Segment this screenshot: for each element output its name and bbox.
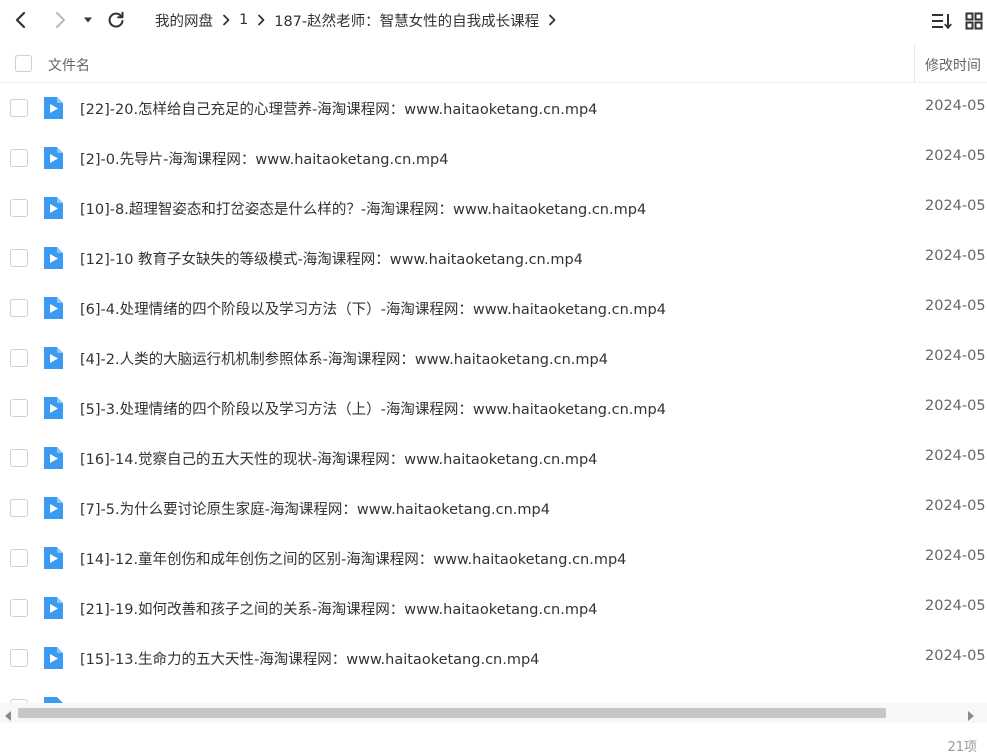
row-checkbox[interactable] xyxy=(10,249,28,267)
toolbar: 我的网盘 1 187-赵然老师：智慧女性的自我成长课程 xyxy=(0,0,987,40)
select-all-checkbox[interactable] xyxy=(15,55,32,72)
video-file-icon xyxy=(44,697,63,703)
breadcrumb-item-current[interactable]: 187-赵然老师：智慧女性的自我成长课程 xyxy=(274,10,539,31)
breadcrumb-dropdown-icon[interactable] xyxy=(548,14,556,26)
back-button[interactable] xyxy=(9,8,33,32)
file-modified-time: 2024-05 xyxy=(925,398,986,414)
file-name: [14]-12.童年创伤和成年创伤之间的区别-海淘课程网：www.haitaok… xyxy=(80,552,627,568)
row-checkbox[interactable] xyxy=(10,99,28,117)
row-checkbox[interactable] xyxy=(10,199,28,217)
file-modified-time: 2024-05 xyxy=(925,448,986,464)
video-file-icon xyxy=(44,247,63,269)
horizontal-scrollbar[interactable] xyxy=(0,703,987,723)
breadcrumb-item-root[interactable]: 我的网盘 xyxy=(155,10,213,31)
file-row[interactable]: [4]-2.人类的大脑运行机机制参照体系-海淘课程网：www.haitaoket… xyxy=(0,333,987,383)
list-header: 文件名 修改时间 xyxy=(0,45,987,83)
breadcrumb-item-folder[interactable]: 1 xyxy=(239,12,248,28)
row-checkbox[interactable] xyxy=(10,549,28,567)
video-file-icon xyxy=(44,647,63,669)
row-checkbox[interactable] xyxy=(10,149,28,167)
file-row[interactable]: [6]-4.处理情绪的四个阶段以及学习方法（下）-海淘课程网：www.haita… xyxy=(0,283,987,333)
file-row[interactable]: [12]-10 教育子女缺失的等级模式-海淘课程网：www.haitaoketa… xyxy=(0,233,987,283)
row-checkbox[interactable] xyxy=(10,449,28,467)
file-modified-time: 2024-05 xyxy=(925,198,986,214)
video-file-icon xyxy=(44,147,63,169)
row-checkbox[interactable] xyxy=(10,649,28,667)
row-checkbox[interactable] xyxy=(10,349,28,367)
file-name: [15]-13.生命力的五大天性-海淘课程网：www.haitaoketang.… xyxy=(80,652,540,668)
row-checkbox[interactable] xyxy=(10,499,28,517)
video-file-icon xyxy=(44,297,63,319)
item-count: 21项 xyxy=(947,740,977,752)
column-header-name[interactable]: 文件名 xyxy=(48,55,90,75)
scrollbar-thumb[interactable] xyxy=(18,708,886,718)
file-modified-time: 2024-05 xyxy=(925,348,986,364)
video-file-icon xyxy=(44,347,63,369)
video-file-icon xyxy=(44,497,63,519)
sort-button[interactable] xyxy=(931,10,953,32)
row-checkbox[interactable] xyxy=(10,399,28,417)
sort-list-icon xyxy=(932,14,952,29)
chevron-right-icon xyxy=(56,12,65,28)
file-name: [6]-4.处理情绪的四个阶段以及学习方法（下）-海淘课程网：www.haita… xyxy=(80,302,666,318)
view-mode-button[interactable] xyxy=(963,10,985,32)
refresh-button[interactable] xyxy=(104,8,128,32)
history-dropdown-button[interactable] xyxy=(78,8,98,32)
file-row[interactable]: [14]-12.童年创伤和成年创伤之间的区别-海淘课程网：www.haitaok… xyxy=(0,533,987,583)
file-name: [7]-5.为什么要讨论原生家庭-海淘课程网：www.haitaoketang.… xyxy=(80,502,550,518)
video-file-icon xyxy=(44,397,63,419)
row-checkbox[interactable] xyxy=(10,299,28,317)
file-browser-window: 我的网盘 1 187-赵然老师：智慧女性的自我成长课程 文件名 修改时间 [22… xyxy=(0,0,987,752)
file-modified-time: 2024-05 xyxy=(925,248,986,264)
file-modified-time: 2024-05 xyxy=(925,298,986,314)
column-header-modified-time[interactable]: 修改时间 xyxy=(925,55,981,75)
scroll-left-arrow-icon[interactable] xyxy=(3,707,13,721)
file-row[interactable]: [22]-20.怎样给自己充足的心理营养-海淘课程网：www.haitaoket… xyxy=(0,83,987,133)
scroll-right-arrow-icon[interactable] xyxy=(966,707,976,721)
video-file-icon xyxy=(44,197,63,219)
breadcrumb-separator-icon xyxy=(257,14,265,26)
file-modified-time: 2024-05 xyxy=(925,548,986,564)
video-file-icon xyxy=(44,597,63,619)
file-name: [22]-20.怎样给自己充足的心理营养-海淘课程网：www.haitaoket… xyxy=(80,102,598,118)
file-modified-time: 2024-05 xyxy=(925,148,986,164)
refresh-icon xyxy=(108,11,124,28)
grid-view-icon xyxy=(965,12,983,30)
file-name: [5]-3.处理情绪的四个阶段以及学习方法（上）-海淘课程网：www.haita… xyxy=(80,402,666,418)
chevron-left-icon xyxy=(15,11,26,29)
forward-button[interactable] xyxy=(48,8,72,32)
video-file-icon xyxy=(44,547,63,569)
file-name: [10]-8.超理智姿态和打岔姿态是什么样的？-海淘课程网：www.haitao… xyxy=(80,202,647,218)
file-name: [4]-2.人类的大脑运行机机制参照体系-海淘课程网：www.haitaoket… xyxy=(80,352,608,368)
file-row[interactable]: [7]-5.为什么要讨论原生家庭-海淘课程网：www.haitaoketang.… xyxy=(0,483,987,533)
file-row[interactable]: [15]-13.生命力的五大天性-海淘课程网：www.haitaoketang.… xyxy=(0,633,987,683)
file-row[interactable]: [5]-3.处理情绪的四个阶段以及学习方法（上）-海淘课程网：www.haita… xyxy=(0,383,987,433)
file-row[interactable]: [21]-19.如何改善和孩子之间的关系-海淘课程网：www.haitaoket… xyxy=(0,583,987,633)
breadcrumb: 我的网盘 1 187-赵然老师：智慧女性的自我成长课程 xyxy=(155,9,565,31)
row-checkbox[interactable] xyxy=(10,599,28,617)
caret-down-icon xyxy=(84,17,92,23)
video-file-icon xyxy=(44,447,63,469)
file-modified-time: 2024-05 xyxy=(925,598,986,614)
file-name: [16]-14.觉察自己的五大天性的现状-海淘课程网：www.haitaoket… xyxy=(80,452,598,468)
column-divider[interactable] xyxy=(914,45,915,82)
file-list: [22]-20.怎样给自己充足的心理营养-海淘课程网：www.haitaoket… xyxy=(0,83,987,703)
file-row[interactable]: [10]-8.超理智姿态和打岔姿态是什么样的？-海淘课程网：www.haitao… xyxy=(0,183,987,233)
file-modified-time: 2024-05 xyxy=(925,498,986,514)
file-row[interactable]: [16]-14.觉察自己的五大天性的现状-海淘课程网：www.haitaoket… xyxy=(0,433,987,483)
file-name: [12]-10 教育子女缺失的等级模式-海淘课程网：www.haitaoketa… xyxy=(80,252,583,268)
video-file-icon xyxy=(44,97,63,119)
file-modified-time: 2024-05 xyxy=(925,98,986,114)
file-row[interactable]: [2]-0.先导片-海淘课程网：www.haitaoketang.cn.mp4 2… xyxy=(0,133,987,183)
file-name: [21]-19.如何改善和孩子之间的关系-海淘课程网：www.haitaoket… xyxy=(80,602,598,618)
breadcrumb-separator-icon xyxy=(222,14,230,26)
file-name: [2]-0.先导片-海淘课程网：www.haitaoketang.cn.mp4 xyxy=(80,152,449,168)
file-modified-time: 2024-05 xyxy=(925,648,986,664)
file-row-partial[interactable] xyxy=(0,683,987,703)
